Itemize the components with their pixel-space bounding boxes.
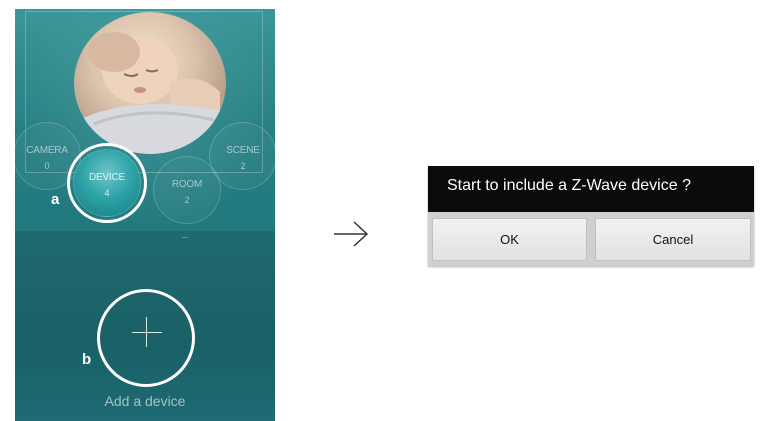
- mode-room-count: 2: [184, 195, 190, 205]
- callout-marker-b: b: [82, 351, 92, 368]
- include-device-dialog: Start to include a Z-Wave device ? OK Ca…: [428, 166, 754, 266]
- dialog-title-bar: Start to include a Z-Wave device ?: [428, 166, 754, 212]
- plus-icon-vertical: [146, 317, 147, 347]
- callout-marker-a: a: [51, 191, 60, 208]
- device-highlight-ring: [67, 143, 147, 223]
- ok-button[interactable]: OK: [432, 218, 587, 261]
- phone-screen: CAMERA 0 SCENE 2 ROOM 2 DEVICE 4 a b Add…: [15, 9, 275, 421]
- sleeping-baby-icon: [74, 32, 226, 154]
- mode-camera-label: CAMERA: [26, 145, 68, 156]
- mode-scene-count: 2: [240, 161, 246, 171]
- baby-photo[interactable]: [74, 12, 226, 154]
- mode-scene-label: SCENE: [226, 145, 260, 156]
- mode-room-label: ROOM: [171, 179, 203, 190]
- plus-icon: [132, 332, 162, 333]
- cancel-button[interactable]: Cancel: [595, 218, 751, 261]
- right-arrow-icon: [334, 221, 369, 247]
- dialog-title: Start to include a Z-Wave device ?: [447, 177, 691, 194]
- mode-room-button[interactable]: ROOM 2: [153, 156, 221, 224]
- drag-handle[interactable]: [182, 237, 188, 238]
- add-device-label: Add a device: [104, 393, 186, 409]
